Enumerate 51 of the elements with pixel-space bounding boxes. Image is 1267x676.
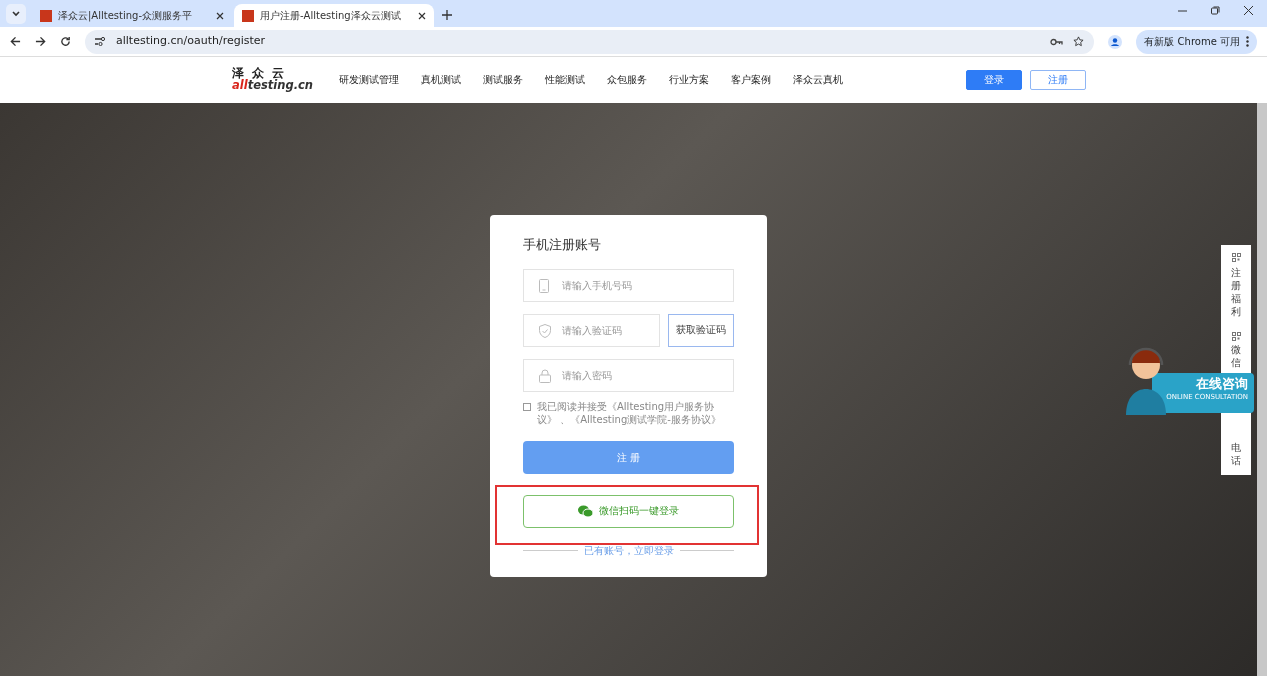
favicon-icon: [40, 9, 52, 22]
favicon-icon: [242, 9, 254, 22]
site-logo[interactable]: 泽 众 云 alltesting.cn: [232, 67, 314, 93]
nav-link[interactable]: 测试服务: [483, 72, 524, 88]
more-icon: [1246, 36, 1249, 47]
side-panel-item[interactable]: 注册福利: [1231, 266, 1241, 318]
nav-link[interactable]: 行业方案: [669, 72, 710, 88]
side-panel-item[interactable]: 微信: [1231, 343, 1241, 369]
nav-link[interactable]: 真机测试: [421, 72, 462, 88]
restore-icon[interactable]: [1211, 6, 1220, 15]
form-title: 手机注册账号: [523, 236, 602, 254]
browser-tab[interactable]: 用户注册-Alltesting泽众云测试: [234, 4, 434, 27]
update-chip[interactable]: 有新版 Chrome 可用: [1136, 29, 1257, 54]
agreement-text: 我已阅读并接受《Alltesting用户服务协议》 、《Alltesting测试学院-服务协议》: [537, 399, 722, 427]
nav-link[interactable]: 研发测试管理: [339, 72, 400, 88]
lock-icon: [539, 368, 551, 383]
forward-icon[interactable]: [35, 36, 46, 47]
wechat-login-button[interactable]: 微信扫码一键登录: [523, 494, 734, 528]
close-icon[interactable]: [1244, 6, 1253, 15]
address-bar[interactable]: alltesting.cn/oauth/register: [85, 29, 1095, 54]
url-text: alltesting.cn/oauth/register: [116, 33, 267, 50]
nav-link[interactable]: 客户案例: [731, 72, 772, 88]
nav-link[interactable]: 众包服务: [607, 72, 648, 88]
agree-checkbox[interactable]: [523, 402, 531, 411]
chevron-down-icon: [12, 11, 20, 17]
input-field[interactable]: 请输入密码: [523, 358, 734, 392]
star-icon[interactable]: [1073, 36, 1085, 47]
input-field[interactable]: 请输入验证码: [523, 313, 660, 347]
close-tab-icon[interactable]: [418, 11, 426, 20]
input-field[interactable]: 请输入手机号码: [523, 268, 734, 302]
new-tab-icon[interactable]: [442, 10, 452, 20]
get-code-button[interactable]: 获取验证码: [668, 313, 734, 347]
qr-code-icon[interactable]: [1231, 332, 1241, 341]
side-panel-item[interactable]: 电话: [1231, 441, 1241, 467]
shield-check-icon: [539, 323, 551, 338]
nav-link[interactable]: 泽众云真机: [793, 72, 844, 88]
reload-icon[interactable]: [60, 36, 71, 47]
site-settings-icon[interactable]: [95, 37, 106, 46]
register-button[interactable]: 注册: [1030, 70, 1087, 90]
qr-code-icon[interactable]: [1231, 253, 1241, 262]
nav-link[interactable]: 性能测试: [545, 72, 586, 88]
login-button[interactable]: 登录: [966, 70, 1023, 90]
browser-tab[interactable]: 泽众云|Alltesting-众测服务平: [32, 4, 232, 27]
close-tab-icon[interactable]: [216, 11, 224, 20]
key-icon[interactable]: [1050, 37, 1064, 46]
phone-icon: [539, 278, 549, 293]
consult-title: 在线咨询: [1195, 377, 1248, 392]
tab-list-button[interactable]: [6, 4, 26, 24]
wechat-icon: [578, 505, 593, 517]
back-icon[interactable]: [10, 36, 21, 47]
profile-icon[interactable]: [1108, 34, 1123, 49]
